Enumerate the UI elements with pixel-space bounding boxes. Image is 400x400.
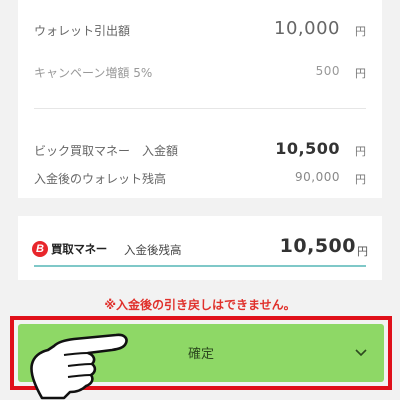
bic-deposit-value: 10,500 bbox=[275, 139, 340, 158]
pointing-hand-icon bbox=[30, 333, 128, 400]
campaign-bonus-label: キャンペーン増額 5% bbox=[34, 66, 153, 80]
yen-unit: 円 bbox=[355, 145, 366, 158]
balance-card: B 買取マネー 入金後残高 10,500 円 bbox=[18, 216, 382, 280]
warning-text: ※入金後の引き戻しはできません。 bbox=[104, 298, 296, 312]
wallet-balance-after-label: 入金後のウォレット残高 bbox=[34, 172, 167, 186]
campaign-bonus-value: 500 bbox=[315, 64, 340, 78]
summary-divider bbox=[34, 108, 366, 109]
summary-card: ウォレット引出額 10,000 円 キャンペーン増額 5% 500 円 ビック買… bbox=[18, 0, 382, 198]
logo-text: 買取マネー bbox=[51, 242, 107, 256]
wallet-withdraw-label: ウォレット引出額 bbox=[34, 24, 131, 38]
campaign-bonus-row: キャンペーン増額 5% 500 円 bbox=[18, 60, 382, 84]
balance-after-value: 10,500 bbox=[279, 235, 356, 257]
wallet-balance-after-value: 90,000 bbox=[295, 170, 340, 184]
bic-deposit-label: ビック買取マネー 入金額 bbox=[34, 144, 179, 158]
wallet-balance-after-row: 入金後のウォレット残高 90,000 円 bbox=[18, 166, 382, 190]
bic-logo-icon: B bbox=[32, 241, 48, 257]
yen-unit: 円 bbox=[355, 25, 366, 38]
yen-unit: 円 bbox=[357, 245, 368, 258]
balance-underline bbox=[34, 265, 366, 267]
bic-deposit-row: ビック買取マネー 入金額 10,500 円 bbox=[18, 138, 382, 162]
yen-unit: 円 bbox=[355, 173, 366, 186]
wallet-withdraw-value: 10,000 bbox=[274, 18, 340, 39]
kaitori-money-logo: B 買取マネー bbox=[32, 240, 107, 258]
wallet-withdraw-row: ウォレット引出額 10,000 円 bbox=[18, 18, 382, 42]
yen-unit: 円 bbox=[355, 67, 366, 80]
chevron-down-icon bbox=[355, 349, 367, 357]
balance-after-label: 入金後残高 bbox=[124, 243, 182, 257]
